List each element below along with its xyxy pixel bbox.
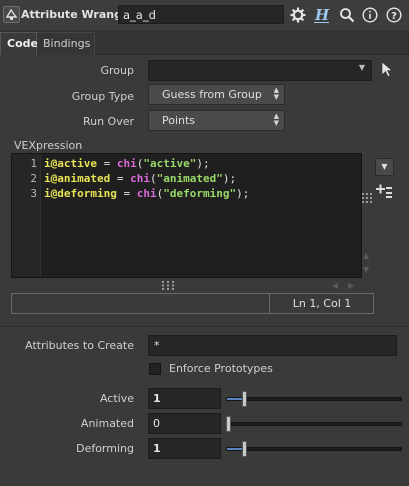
- run-over-menu[interactable]: Points ▲ ▼: [148, 110, 285, 131]
- deforming-label: Deforming: [76, 442, 134, 455]
- run-over-value: Points: [162, 114, 196, 127]
- vex-snippets-dropdown[interactable]: ▼: [375, 158, 394, 176]
- code-line: i@active = chi("active");: [44, 157, 210, 170]
- line-number: 3: [30, 187, 37, 200]
- attributes-to-create-label: Attributes to Create: [25, 339, 134, 352]
- group-label: Group: [100, 64, 135, 77]
- menu-arrows-icon: ▲ ▼: [273, 112, 279, 127]
- tab-bindings[interactable]: Bindings: [37, 32, 95, 55]
- code-line: i@deforming = chi("deforming");: [44, 187, 250, 200]
- node-name-field[interactable]: a_a_d: [118, 5, 284, 24]
- divider: [0, 326, 409, 327]
- horizontal-resize-grip-icon[interactable]: [162, 281, 174, 290]
- create-spare-parameters-icon[interactable]: [376, 183, 394, 199]
- node-type-label: Attribute Wrangle: [21, 8, 134, 21]
- scroll-left-icon[interactable]: ◀: [332, 281, 338, 290]
- node-type-icon[interactable]: [3, 6, 20, 23]
- svg-text:H: H: [314, 6, 330, 24]
- gear-icon[interactable]: [288, 5, 308, 25]
- run-over-label: Run Over: [82, 115, 134, 128]
- scroll-right-icon[interactable]: ▶: [348, 281, 354, 290]
- info-icon[interactable]: [360, 5, 380, 25]
- attributes-to-create-field[interactable]: *: [148, 335, 397, 356]
- vex-code-editor[interactable]: 1 2 3 i@active = chi("active"); i@animat…: [11, 153, 362, 278]
- cursor-position: Ln 1, Col 1: [292, 297, 352, 310]
- select-arrow-icon[interactable]: [380, 61, 394, 77]
- deforming-value-field[interactable]: 1: [148, 438, 221, 459]
- active-label: Active: [99, 392, 134, 405]
- slider-track[interactable]: [226, 397, 402, 401]
- group-dropdown-icon[interactable]: ▼: [355, 63, 369, 77]
- slider-track[interactable]: [226, 447, 402, 451]
- group-type-value: Guess from Group: [162, 88, 262, 101]
- scroll-down-icon[interactable]: ▼: [363, 265, 369, 274]
- slider-handle[interactable]: [242, 441, 247, 457]
- line-number: 2: [30, 172, 37, 185]
- houdini-help-icon[interactable]: H: [312, 5, 332, 25]
- help-icon[interactable]: ?: [384, 5, 404, 25]
- slider-handle[interactable]: [226, 416, 231, 432]
- animated-label: Animated: [80, 417, 134, 430]
- group-type-label: Group Type: [71, 90, 134, 103]
- scroll-up-icon[interactable]: ▲: [363, 251, 369, 260]
- slider-track[interactable]: [226, 422, 402, 426]
- enforce-prototypes-label: Enforce Prototypes: [169, 362, 273, 375]
- code-line: i@animated = chi("animated");: [44, 172, 237, 185]
- animated-slider[interactable]: [226, 414, 404, 434]
- enforce-prototypes-checkbox[interactable]: [149, 363, 161, 375]
- line-number: 1: [30, 157, 37, 170]
- group-field[interactable]: [148, 60, 372, 81]
- slider-handle[interactable]: [242, 391, 247, 407]
- editor-status-bar: Ln 1, Col 1: [11, 293, 374, 314]
- search-icon[interactable]: [337, 5, 357, 25]
- tab-code[interactable]: Code: [0, 32, 38, 55]
- vertical-resize-grip-icon[interactable]: [362, 193, 372, 203]
- menu-arrows-icon: ▲ ▼: [273, 86, 279, 101]
- svg-text:?: ?: [391, 11, 397, 22]
- group-type-menu[interactable]: Guess from Group ▲ ▼: [148, 84, 285, 105]
- active-slider[interactable]: [226, 389, 404, 409]
- vexpression-label: VEXpression: [14, 139, 83, 152]
- deforming-slider[interactable]: [226, 439, 404, 459]
- active-value-field[interactable]: 1: [148, 388, 221, 409]
- animated-value-field[interactable]: 0: [148, 413, 221, 434]
